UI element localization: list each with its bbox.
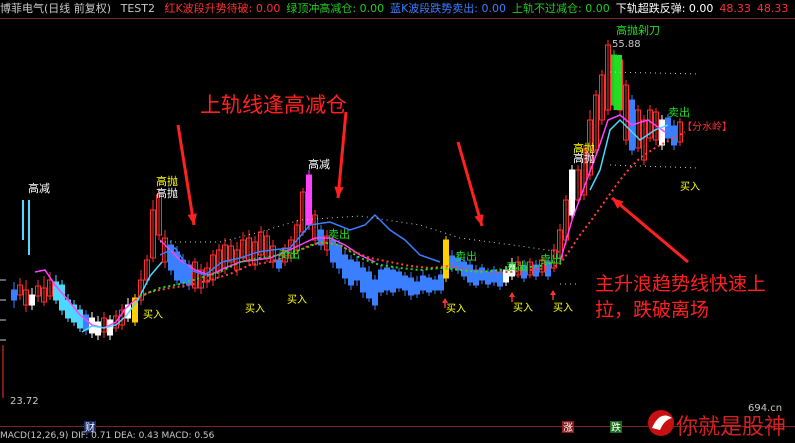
candle-body — [467, 264, 473, 283]
signal-bar — [22, 200, 24, 240]
candle-body — [414, 281, 420, 295]
mairu-label: 买入 — [143, 309, 163, 321]
candle-body — [659, 119, 665, 146]
candle-body — [378, 269, 384, 293]
annotation-main-trend: 拉，跌破离场 — [595, 299, 709, 321]
mairu-label: 买入 — [446, 303, 466, 315]
price-low-label: 23.72 — [10, 396, 39, 407]
candle-body — [348, 259, 354, 286]
candle-body — [354, 261, 360, 281]
candle-body — [671, 125, 677, 146]
candle-body — [59, 284, 65, 311]
mairu-label: 买入 — [245, 303, 265, 315]
candle-body — [569, 169, 575, 216]
gaojian-label: 高减 — [308, 157, 330, 171]
candle-body — [402, 275, 408, 291]
candle-body — [372, 279, 378, 306]
candle-body — [497, 271, 503, 287]
candle-body — [408, 277, 414, 296]
candle-body — [29, 294, 35, 306]
mid-rail-dotted — [609, 164, 701, 169]
maichu-label: 卖出 — [668, 105, 690, 119]
gaopao-label: 高抛 — [156, 174, 178, 188]
candle-body — [95, 321, 101, 336]
signal-bar — [28, 200, 30, 255]
annotation-arrow — [336, 111, 348, 199]
candle-body — [342, 254, 348, 279]
annotation-arrow — [176, 124, 196, 226]
annotation-upper-rail: 上轨线逢高减仓 — [200, 93, 347, 117]
annotation-arrow — [456, 141, 484, 227]
maichu-label: 卖出 — [540, 252, 562, 266]
gaopao-label: 高抛 — [156, 186, 178, 200]
candle-body — [485, 271, 491, 285]
annotation-arrow — [611, 196, 689, 264]
candle-body — [390, 269, 396, 293]
price-high-label: 55.88 — [612, 39, 641, 50]
candle-body — [479, 267, 485, 281]
maichu-label: 卖出 — [506, 259, 528, 273]
annotation-main-trend: 主升浪趋势线快速上 — [595, 273, 766, 295]
candle-body — [366, 271, 372, 299]
candle-body — [384, 267, 390, 291]
candle-body — [426, 277, 432, 293]
green-signal-bar — [614, 55, 622, 110]
candle-body — [336, 244, 342, 269]
candlestick-chart[interactable]: 高减高减高抛高抛高抛高抛高抛剁刀卖出卖出 卖出卖出卖出卖出买入买入买入买入 买入 买入… — [0, 0, 795, 443]
mairu-label: 买入 — [287, 294, 307, 306]
gaopao-cut-label: 高抛剁刀 — [616, 23, 660, 37]
watermark-site: 694.cn — [748, 403, 782, 414]
gaojian-label: 高减 — [28, 181, 50, 195]
gaopao-label: 高抛 — [573, 151, 595, 165]
candle-body — [276, 259, 282, 269]
upper-rail-dotted — [160, 215, 561, 253]
candle-body — [11, 289, 17, 301]
fenshuiling-label: 【分水岭】 — [682, 120, 732, 133]
upper-rail-dotted — [609, 71, 701, 75]
candle-body — [420, 275, 426, 291]
candle-body — [665, 117, 671, 139]
maichu-label: 卖出 — [455, 249, 477, 263]
candle-body — [432, 279, 438, 291]
candle-body — [306, 174, 312, 226]
maichu-label: 卖出 — [328, 227, 350, 241]
maichu-label: 卖出 — [278, 247, 300, 261]
mairu-label: 买入 — [680, 181, 700, 193]
candle-body — [438, 274, 444, 291]
candle-body — [396, 271, 402, 289]
mairu-label: 买入 — [513, 302, 533, 314]
annotation-arrow-head — [474, 214, 484, 226]
candle-body — [360, 267, 366, 293]
sub-indicator-bar: MACD(12,26,9) DIF: 0.71 DEA: 0.43 MACD: … — [0, 431, 215, 441]
mairu-label: 买入 — [553, 302, 573, 314]
yellow-signal-bar — [443, 240, 449, 278]
